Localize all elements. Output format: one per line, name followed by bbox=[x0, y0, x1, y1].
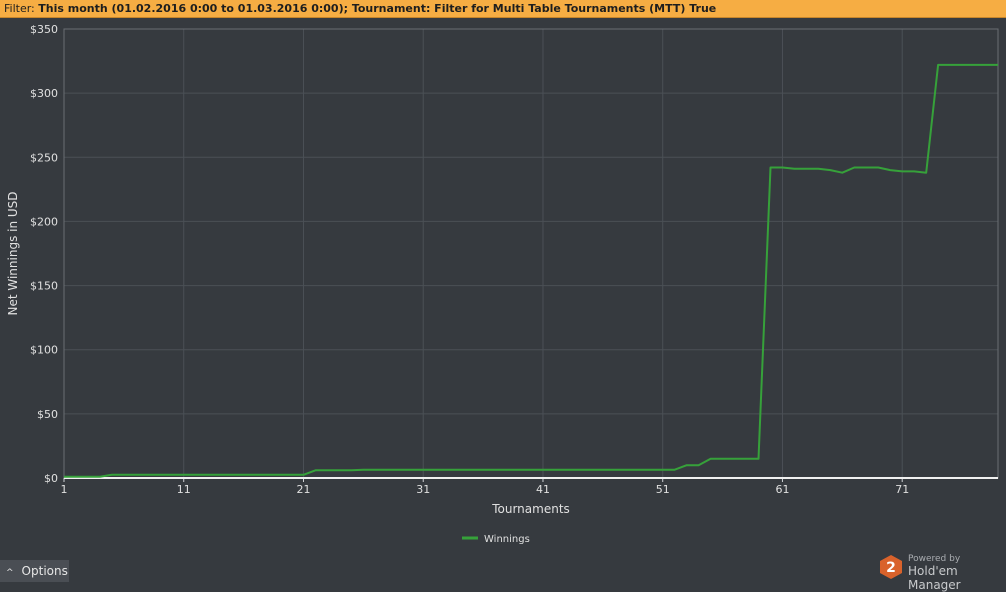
series-layer bbox=[64, 63, 998, 478]
options-label: Options bbox=[21, 564, 68, 578]
x-tick-label: 21 bbox=[296, 483, 310, 496]
x-tick-label: 51 bbox=[656, 483, 670, 496]
y-tick-label: $0 bbox=[44, 472, 58, 485]
x-tick-label: 41 bbox=[536, 483, 550, 496]
logo-text: 2 bbox=[886, 560, 896, 576]
options-button[interactable]: ^ Options bbox=[0, 560, 69, 582]
y-tick-label: $300 bbox=[30, 87, 58, 100]
winnings-chart: $0$50$100$150$200$250$300$3501 11 21 31 41 51… bbox=[6, 23, 999, 545]
powered-by-text: Powered by bbox=[908, 554, 961, 564]
legend-label-winnings: Winnings bbox=[484, 534, 530, 545]
filter-bar: Filter: This month (01.02.2016 0:00 to 0… bbox=[0, 0, 1006, 18]
plot-frame bbox=[63, 28, 999, 479]
series-line-winnings bbox=[64, 63, 998, 478]
x-tick-label: 61 bbox=[775, 483, 789, 496]
filter-text: This month (01.02.2016 0:00 to 01.03.201… bbox=[38, 2, 717, 15]
y-tick-label: $50 bbox=[37, 408, 58, 421]
y-tick-label: $150 bbox=[30, 280, 58, 293]
legend: Winnings bbox=[462, 534, 530, 545]
y-tick-label: $350 bbox=[30, 23, 58, 36]
grid bbox=[64, 29, 998, 478]
y-axis-label: Net Winnings in USD bbox=[6, 191, 20, 315]
chevron-up-icon: ^ bbox=[6, 568, 14, 578]
x-tick-label: 31 bbox=[416, 483, 430, 496]
filter-label: Filter: bbox=[4, 2, 35, 15]
x-tick-label: 1 bbox=[61, 483, 68, 496]
tick-labels: $0$50$100$150$200$250$300$3501 11 21 31 41 51… bbox=[30, 23, 909, 496]
y-tick-label: $250 bbox=[30, 151, 58, 164]
hem-logo-icon: 2 bbox=[880, 555, 902, 579]
x-tick-label: 71 bbox=[895, 483, 909, 496]
brand-name: Hold'em Manager bbox=[908, 564, 961, 592]
y-tick-label: $100 bbox=[30, 344, 58, 357]
hem-branding: 2 Powered by Hold'em Manager bbox=[878, 553, 1006, 592]
x-tick-label: 11 bbox=[177, 483, 191, 496]
x-axis-label: Tournaments bbox=[491, 502, 570, 516]
y-tick-label: $200 bbox=[30, 215, 58, 228]
